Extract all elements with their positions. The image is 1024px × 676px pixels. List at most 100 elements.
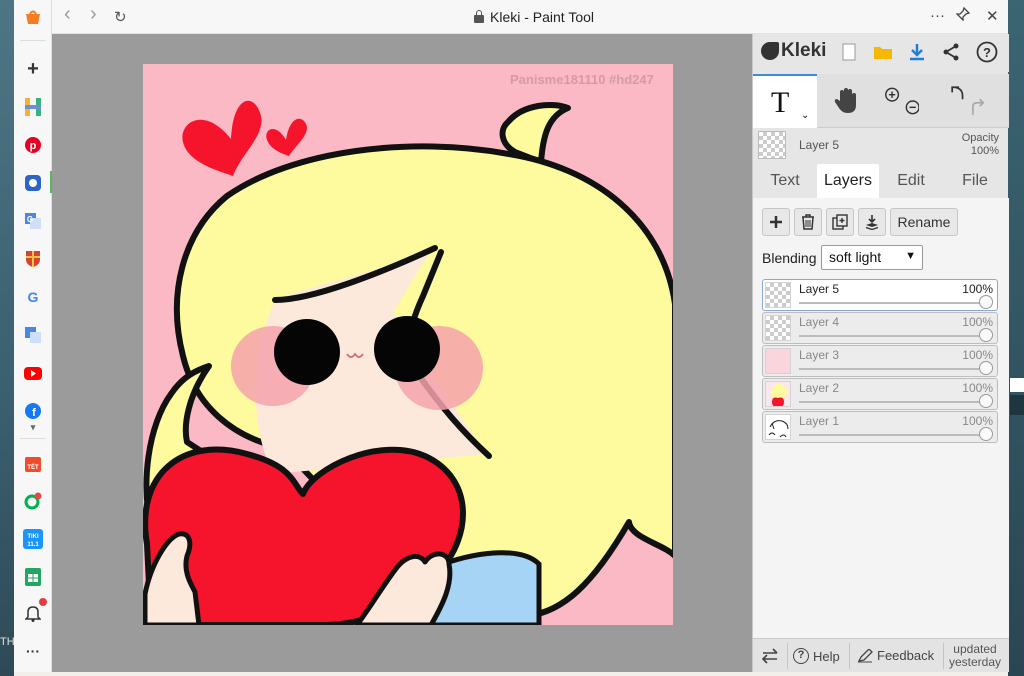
translate-icon[interactable]: G <box>22 210 44 232</box>
panel-tabs: Text Layers Edit File <box>753 164 1009 198</box>
chevron-down-icon[interactable]: ⌄ <box>801 110 809 121</box>
panel-header: Kleki ? <box>753 34 1009 72</box>
close-button[interactable]: ✕ <box>986 7 999 25</box>
blending-select[interactable]: soft light ▼ <box>821 245 923 270</box>
svg-text:11.1: 11.1 <box>27 542 39 548</box>
layer-thumbnail <box>765 414 791 440</box>
layer-opacity: 100% <box>962 414 993 428</box>
layer-item-3[interactable]: Layer 3 100% <box>762 345 998 377</box>
swap-side-button[interactable] <box>761 648 779 664</box>
lock-icon <box>474 9 484 23</box>
app-blue-icon[interactable] <box>22 172 44 194</box>
canvas-workspace[interactable]: Panisme181110 #hd247 <box>52 34 752 672</box>
tab-layers[interactable]: Layers <box>817 164 879 198</box>
layer-opacity: 100% <box>962 381 993 395</box>
refresh-button[interactable]: ↻ <box>114 8 127 26</box>
save-button[interactable] <box>905 40 929 64</box>
layer-item-2[interactable]: Layer 2 100% <box>762 378 998 410</box>
open-file-button[interactable] <box>871 40 895 64</box>
kleki-logo-text: Kleki <box>781 40 827 61</box>
layer-opacity-slider[interactable] <box>799 434 987 436</box>
shopee-icon[interactable]: TẾT <box>22 452 44 474</box>
forward-button[interactable]: › <box>90 3 97 26</box>
desktop-window-strip-dark <box>1010 395 1024 415</box>
layer-opacity-handle[interactable] <box>979 427 993 441</box>
help-button[interactable]: ? <box>975 40 999 64</box>
footer-divider <box>849 643 850 669</box>
layer-opacity-slider[interactable] <box>799 368 987 370</box>
more-icon[interactable]: ··· <box>22 640 44 662</box>
grab-icon[interactable] <box>22 490 44 512</box>
layer-opacity-handle[interactable] <box>979 361 993 375</box>
shopping-bag-icon[interactable] <box>22 6 44 28</box>
more-options-button[interactable]: ··· <box>930 7 945 24</box>
updated-status[interactable]: updated yesterday <box>947 643 1003 669</box>
svg-text:TIKI: TIKI <box>27 534 39 540</box>
drawing-canvas[interactable]: Panisme181110 #hd247 <box>143 64 673 625</box>
chevron-down-icon: ▼ <box>905 250 916 262</box>
new-image-button[interactable] <box>837 40 861 64</box>
download-icon <box>910 44 924 61</box>
share-icon <box>943 43 959 61</box>
layer-thumbnail <box>765 282 791 308</box>
feedback-link[interactable]: Feedback <box>857 648 934 663</box>
tab-edit[interactable]: Edit <box>885 164 937 198</box>
trash-icon <box>802 214 814 230</box>
google-icon[interactable]: G <box>22 286 44 308</box>
layer-opacity-slider[interactable] <box>799 302 987 304</box>
panel-footer: ? Help Feedback updated yesterday <box>753 638 1009 672</box>
layer-item-5[interactable]: Layer 5 100% <box>762 279 998 311</box>
layer-item-1[interactable]: Layer 1 100% <box>762 411 998 443</box>
opacity-label: Opacity <box>961 132 999 144</box>
h-app-icon[interactable] <box>22 96 44 118</box>
tiki-icon[interactable]: TIKI 11.1 <box>22 528 44 550</box>
plus-icon <box>770 216 782 228</box>
delete-layer-button[interactable] <box>794 208 822 236</box>
layer-name: Layer 5 <box>799 282 840 296</box>
layer-opacity-handle[interactable] <box>979 328 993 342</box>
desktop-text: TH <box>0 636 15 648</box>
layer-thumbnail <box>765 348 791 374</box>
text-tool-button[interactable]: T ⌄ <box>753 74 817 128</box>
pin-button[interactable] <box>955 6 971 25</box>
rename-layer-button[interactable]: Rename <box>890 208 958 236</box>
undo-redo-buttons[interactable] <box>947 82 985 120</box>
back-button[interactable]: ‹ <box>64 3 71 26</box>
swap-icon <box>761 648 778 664</box>
help-link[interactable]: ? Help <box>793 648 840 664</box>
add-layer-button[interactable] <box>762 208 790 236</box>
desktop-background-left: TH <box>0 0 15 676</box>
youtube-icon[interactable] <box>22 362 44 384</box>
facebook-icon[interactable]: f <box>22 400 44 422</box>
zoom-buttons <box>881 82 919 120</box>
canvas-watermark: Panisme181110 #hd247 <box>510 72 654 87</box>
share-button[interactable] <box>939 40 963 64</box>
hand-tool-button[interactable] <box>827 82 865 120</box>
pin-icon <box>955 6 971 22</box>
eye-right <box>374 316 440 382</box>
layer-opacity-slider[interactable] <box>799 335 987 337</box>
folder-icon <box>874 47 892 59</box>
sheets-icon[interactable] <box>22 566 44 588</box>
tab-text[interactable]: Text <box>759 164 811 198</box>
new-file-icon <box>842 43 856 61</box>
footer-divider <box>787 643 788 669</box>
duplicate-layer-button[interactable] <box>826 208 854 236</box>
window-title-text: Kleki - Paint Tool <box>490 9 595 25</box>
current-layer-name: Layer 5 <box>799 138 840 152</box>
layer-opacity-handle[interactable] <box>979 295 993 309</box>
kleki-logo[interactable]: Kleki <box>761 40 826 62</box>
pinterest-icon[interactable]: p <box>22 134 44 156</box>
desktop-window-strip <box>1010 378 1024 392</box>
layer-opacity-handle[interactable] <box>979 394 993 408</box>
shield-crest-icon[interactable] <box>22 248 44 270</box>
layer-opacity-slider[interactable] <box>799 401 987 403</box>
add-site-button[interactable]: + <box>22 58 44 80</box>
merge-layer-button[interactable] <box>858 208 886 236</box>
tab-file[interactable]: File <box>947 164 1003 198</box>
help-icon: ? <box>976 41 998 63</box>
layer-item-4[interactable]: Layer 4 100% <box>762 312 998 344</box>
translate-icon-2[interactable] <box>22 324 44 346</box>
chevron-down-icon[interactable]: ▾ <box>22 420 44 434</box>
edge-sidebar: + p G G f ▾ TẾT TIKI 11.1 ··· <box>14 0 53 672</box>
